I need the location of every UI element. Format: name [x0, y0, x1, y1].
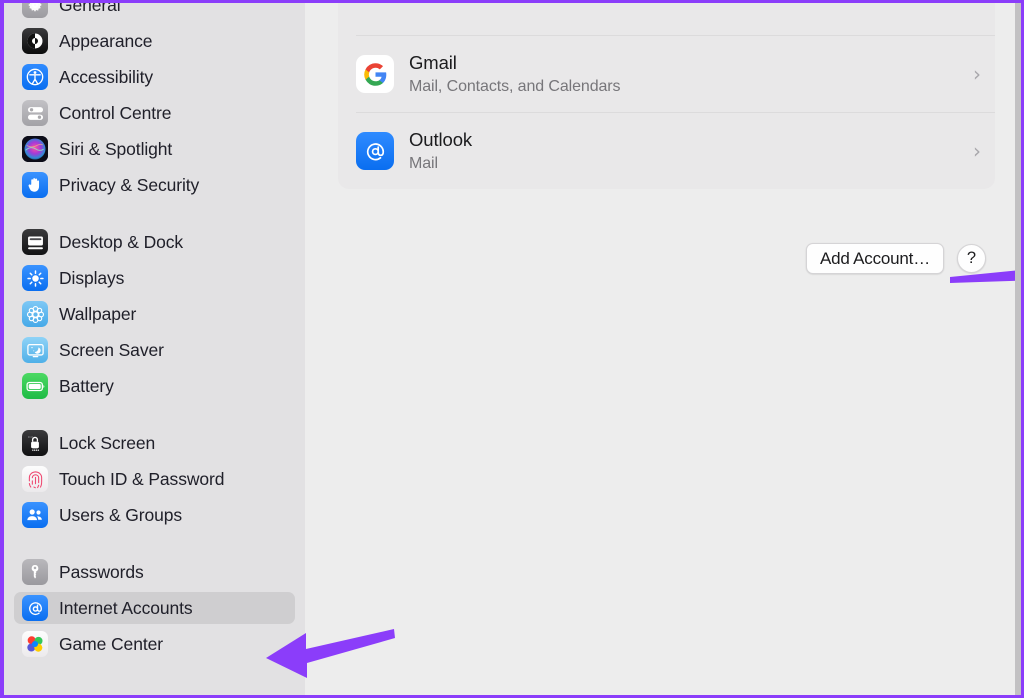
main-content: iCloud Drive, Mail, Contacts, Calendars,… [305, 3, 1021, 695]
sidebar-item-appearance[interactable]: Appearance [14, 25, 295, 57]
sidebar-item-label: Appearance [59, 30, 153, 51]
sidebar-item-label: Battery [59, 375, 114, 396]
touch-id-icon [22, 466, 48, 492]
privacy-hand-icon [22, 172, 48, 198]
appearance-icon [22, 28, 48, 54]
sidebar-item-battery[interactable]: Battery [14, 370, 295, 402]
account-text: Outlook Mail [409, 128, 963, 174]
sidebar-item-label: Siri & Spotlight [59, 138, 173, 159]
sidebar-item-label: Accessibility [59, 66, 154, 87]
displays-icon [22, 265, 48, 291]
add-account-button[interactable]: Add Account… [805, 243, 944, 274]
chevron-right-icon[interactable]: › [973, 64, 981, 84]
help-button[interactable]: ? [957, 244, 986, 273]
sidebar-item-label: Control Centre [59, 102, 172, 123]
accessibility-icon [22, 64, 48, 90]
account-title: Gmail [409, 52, 457, 74]
sidebar-item-general[interactable]: General [14, 3, 295, 21]
sidebar-item-privacy-security[interactable]: Privacy & Security [14, 169, 295, 201]
sidebar-item-users-groups[interactable]: Users & Groups [14, 499, 295, 531]
sidebar: General Appearance Accessibility Control Ce… [4, 3, 305, 695]
control-centre-icon [22, 100, 48, 126]
sidebar-item-label: Wallpaper [59, 303, 137, 324]
sidebar-item-passwords[interactable]: Passwords [14, 556, 295, 588]
sidebar-item-label: Displays [59, 267, 125, 288]
sidebar-item-displays[interactable]: Displays [14, 262, 295, 294]
svg-text:9:41: 9:41 [28, 435, 34, 439]
passwords-key-icon [22, 559, 48, 585]
account-row[interactable]: Outlook Mail › [338, 113, 995, 189]
sidebar-item-game-center[interactable]: Game Center [14, 628, 295, 660]
internet-accounts-at-icon [22, 595, 48, 621]
sidebar-item-accessibility[interactable]: Accessibility [14, 61, 295, 93]
sidebar-item-label: Touch ID & Password [59, 468, 225, 489]
siri-icon [22, 136, 48, 162]
sidebar-item-label: Game Center [59, 633, 163, 654]
desktop-dock-icon [22, 229, 48, 255]
sidebar-item-label: Screen Saver [59, 339, 164, 360]
battery-icon [22, 373, 48, 399]
window-scrollbar[interactable] [1015, 3, 1021, 695]
sidebar-item-internet-accounts[interactable]: Internet Accounts [14, 592, 295, 624]
sidebar-item-label: Passwords [59, 561, 144, 582]
sidebar-item-siri-spotlight[interactable]: Siri & Spotlight [14, 133, 295, 165]
sidebar-item-wallpaper[interactable]: Wallpaper [14, 298, 295, 330]
sidebar-item-label: Users & Groups [59, 504, 183, 525]
sidebar-item-touch-id-password[interactable]: Touch ID & Password [14, 463, 295, 495]
sidebar-group-separator [4, 535, 305, 552]
sidebar-item-screen-saver[interactable]: Screen Saver [14, 334, 295, 366]
chevron-right-icon[interactable]: › [973, 141, 981, 161]
outlook-at-icon [356, 132, 394, 170]
sidebar-item-control-centre[interactable]: Control Centre [14, 97, 295, 129]
sidebar-item-label: General [59, 3, 121, 15]
account-row[interactable]: Gmail Mail, Contacts, and Calendars › [338, 36, 995, 112]
action-button-row: Add Account… ? [805, 243, 986, 274]
account-text: Gmail Mail, Contacts, and Calendars [409, 51, 963, 97]
sidebar-item-label: Desktop & Dock [59, 231, 184, 252]
account-services: iCloud Drive, Mail, Contacts, Calendars,… [409, 3, 963, 7]
sidebar-item-label: Privacy & Security [59, 174, 200, 195]
sidebar-item-label: Internet Accounts [59, 597, 193, 618]
account-services: Mail [409, 154, 438, 172]
gear-icon [22, 3, 48, 18]
sidebar-group-separator [4, 205, 305, 222]
system-settings-window: General Appearance Accessibility Control Ce… [0, 0, 1024, 698]
game-center-icon [22, 631, 48, 657]
account-title: Outlook [409, 129, 473, 151]
accounts-card: iCloud Drive, Mail, Contacts, Calendars,… [338, 3, 995, 189]
sidebar-item-desktop-dock[interactable]: Desktop & Dock [14, 226, 295, 258]
lock-screen-icon: 9:41 [22, 430, 48, 456]
users-groups-icon [22, 502, 48, 528]
account-services: Mail, Contacts, and Calendars [409, 77, 621, 95]
wallpaper-icon [22, 301, 48, 327]
sidebar-item-lock-screen[interactable]: 9:41 Lock Screen [14, 427, 295, 459]
sidebar-list: General Appearance Accessibility Control Ce… [4, 3, 305, 664]
screen-saver-icon [22, 337, 48, 363]
account-row[interactable]: iCloud Drive, Mail, Contacts, Calendars,… [338, 3, 995, 35]
google-g-icon [356, 55, 394, 93]
account-text: iCloud Drive, Mail, Contacts, Calendars,… [409, 3, 963, 7]
sidebar-group-separator [4, 406, 305, 423]
sidebar-item-label: Lock Screen [59, 432, 156, 453]
